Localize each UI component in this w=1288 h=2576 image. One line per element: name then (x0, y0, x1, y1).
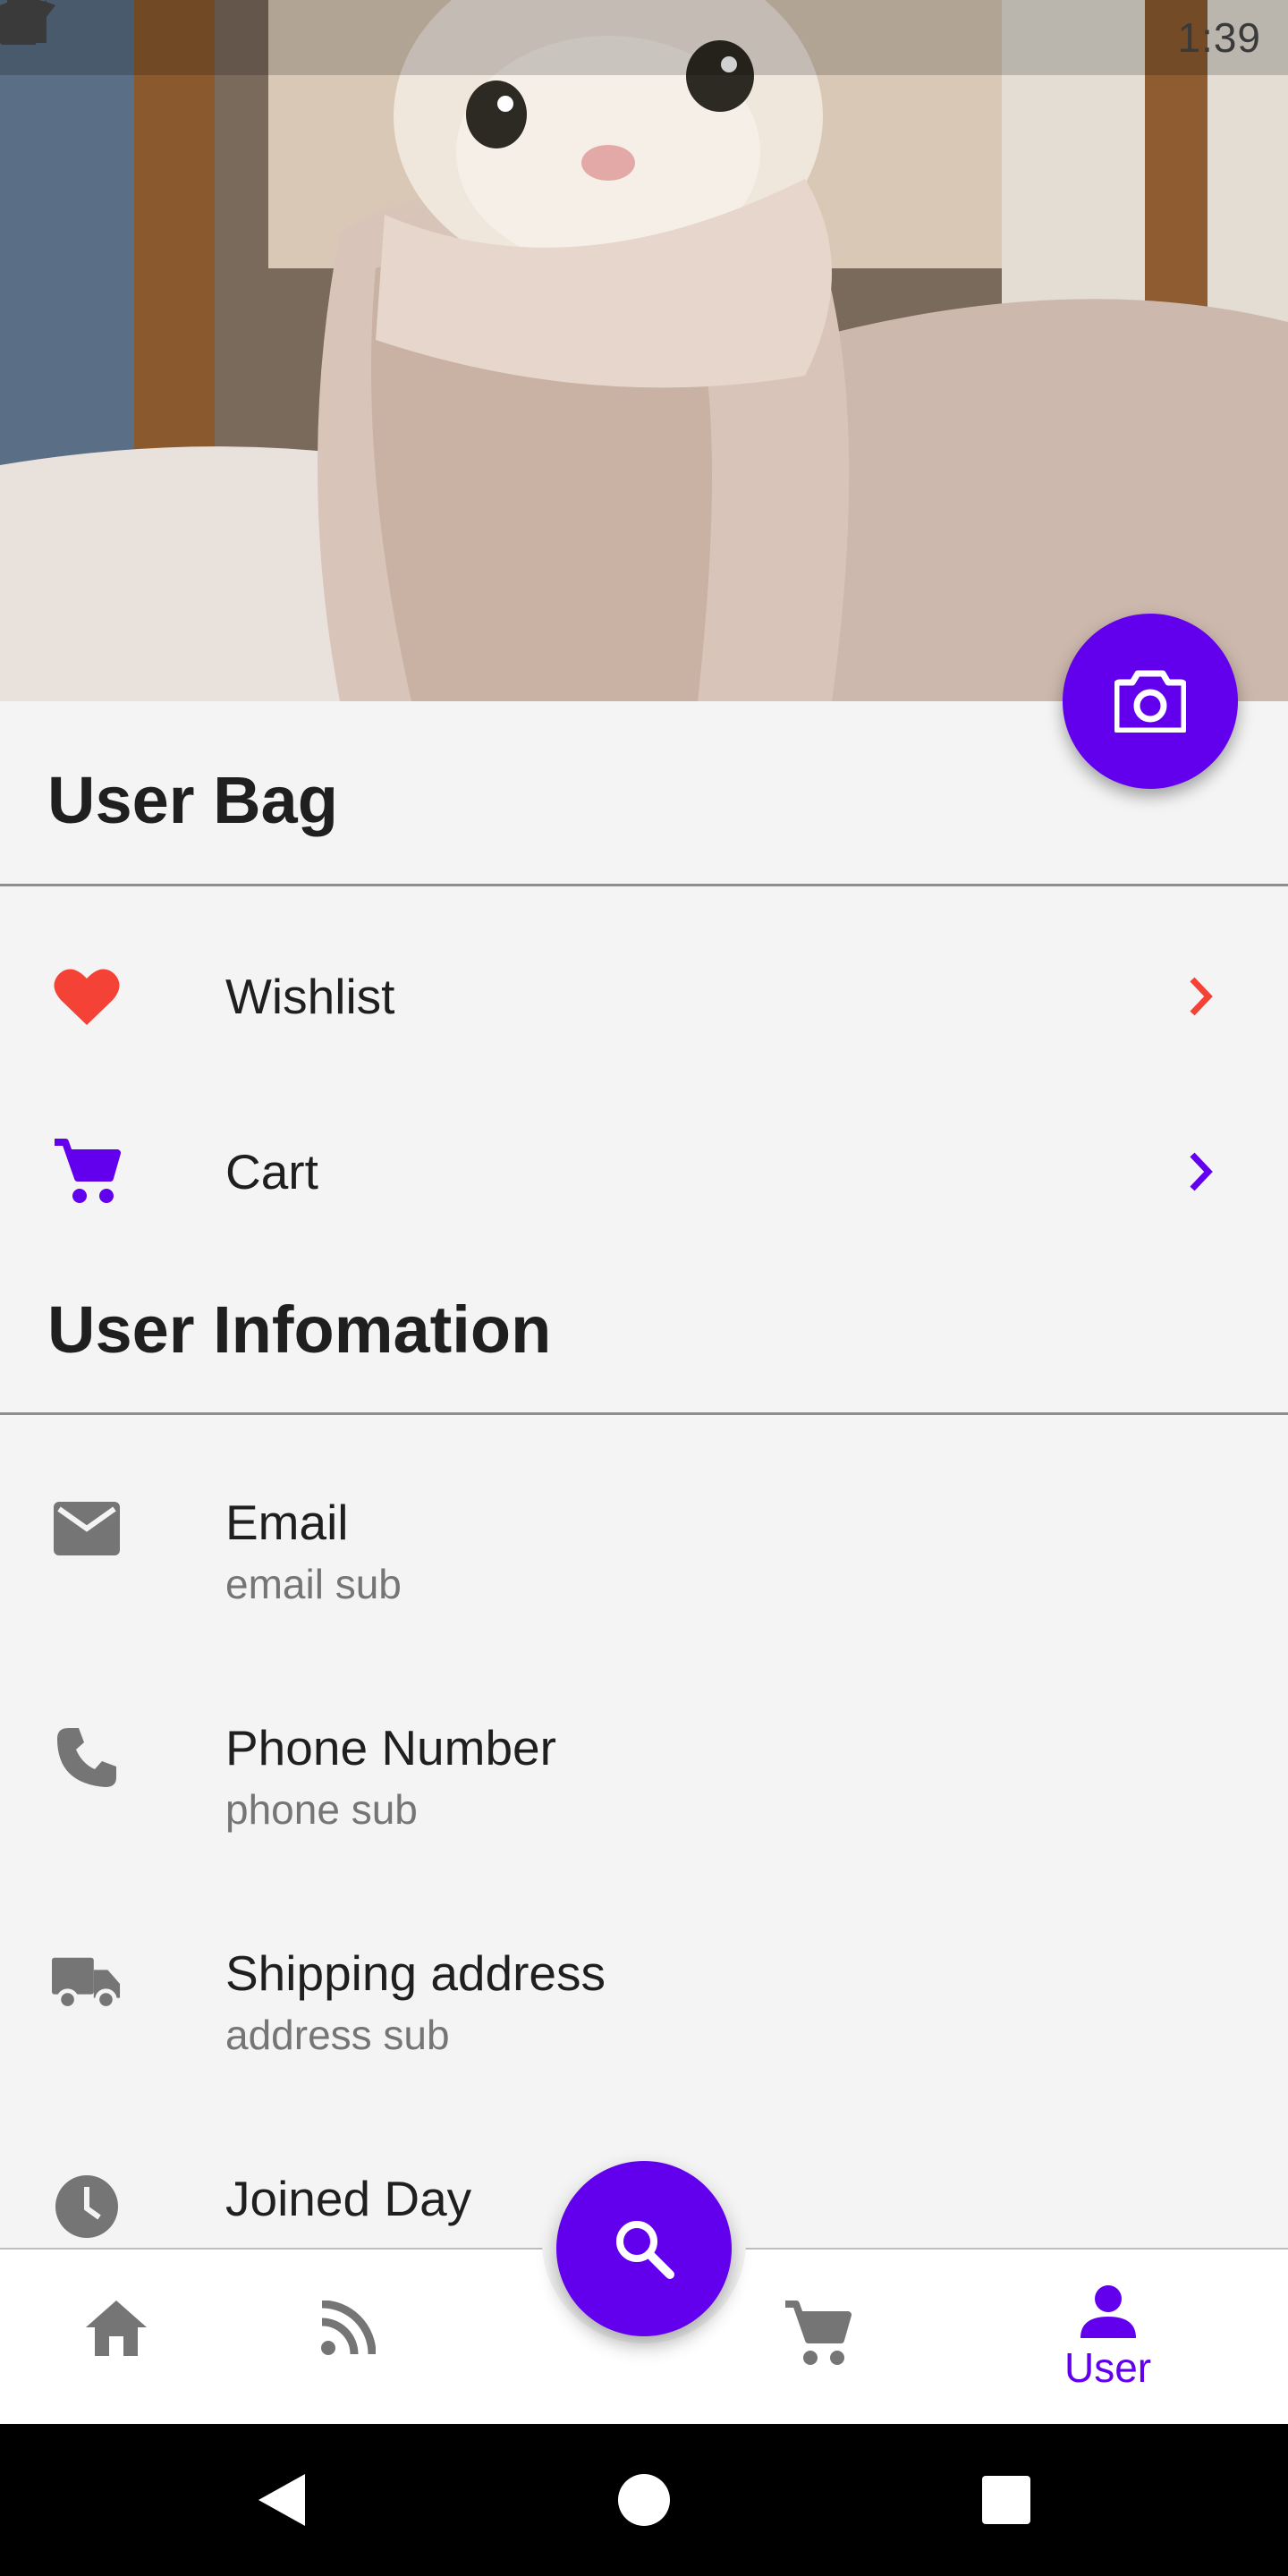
nav-user[interactable]: User (1064, 2284, 1151, 2392)
system-navigation-bar (0, 2424, 1288, 2576)
cart-item[interactable]: Cart (0, 1123, 1288, 1222)
shipping-item[interactable]: Shipping address address sub (0, 1936, 1288, 2079)
truck-icon (52, 1948, 122, 2018)
email-item[interactable]: Email email sub (0, 1485, 1288, 1628)
back-button[interactable] (242, 2424, 322, 2576)
phone-item[interactable]: Phone Number phone sub (0, 1710, 1288, 1853)
feed-icon (321, 2301, 376, 2355)
home-circle-icon (618, 2474, 670, 2526)
email-subtitle: email sub (225, 1561, 402, 1607)
user-bag-title: User Bag (47, 763, 338, 837)
chevron-right-icon (1174, 1145, 1227, 1199)
email-icon (52, 1494, 122, 1563)
nav-cart[interactable] (784, 2299, 852, 2367)
back-icon (258, 2474, 305, 2526)
divider (0, 1412, 1288, 1415)
nav-home[interactable] (84, 2299, 148, 2358)
nav-feed[interactable] (320, 2301, 376, 2356)
joined-day-title: Joined Day (225, 2171, 472, 2226)
shipping-subtitle: address sub (225, 2012, 450, 2058)
camera-icon (1114, 670, 1186, 733)
phone-subtitle: phone sub (225, 1786, 418, 1833)
divider (0, 884, 1288, 886)
wishlist-item[interactable]: Wishlist (0, 948, 1288, 1046)
cart-icon (785, 2301, 852, 2365)
status-bar: 1:39 (0, 0, 1288, 75)
email-title: Email (225, 1495, 349, 1550)
heart-icon (52, 961, 122, 1030)
phone-title: Phone Number (225, 1720, 556, 1775)
camera-button[interactable] (1063, 614, 1238, 789)
shipping-title: Shipping address (225, 1945, 606, 2001)
chevron-right-icon (1174, 970, 1227, 1023)
user-info-title: User Infomation (47, 1292, 552, 1367)
cart-icon (52, 1136, 122, 1206)
wishlist-label: Wishlist (225, 969, 395, 1024)
header-image: 1:39 (0, 0, 1288, 701)
user-icon (1080, 2285, 1136, 2338)
clock-icon (52, 2172, 122, 2241)
cart-label: Cart (225, 1144, 318, 1199)
recents-button[interactable] (966, 2424, 1046, 2576)
home-button[interactable] (604, 2424, 684, 2576)
status-time: 1:39 (1177, 14, 1261, 61)
home-icon (86, 2301, 147, 2356)
nav-user-label: User (1064, 2344, 1152, 2391)
cat-photo (0, 0, 1288, 701)
recents-icon (982, 2476, 1030, 2524)
phone-icon (52, 1723, 122, 1792)
search-button[interactable] (556, 2161, 732, 2336)
search-icon (616, 2221, 674, 2279)
